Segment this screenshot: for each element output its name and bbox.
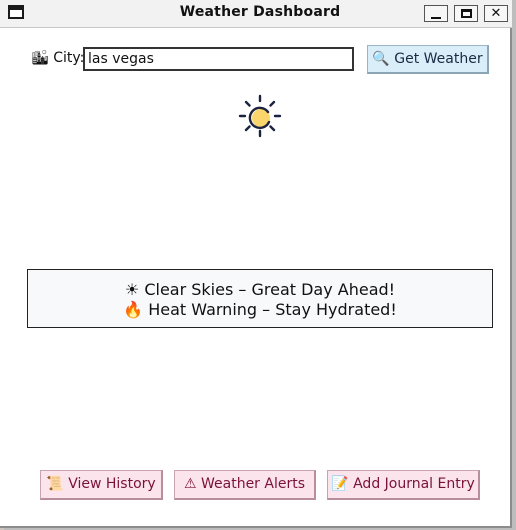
main-content: 🏙 City: 🔍 Get Weather ☀ Clear Skies – Gr… xyxy=(9,29,503,519)
weather-summary-box: ☀ Clear Skies – Great Day Ahead! 🔥 Heat … xyxy=(27,269,493,328)
minimize-button[interactable] xyxy=(424,5,448,22)
city-input[interactable] xyxy=(83,47,354,71)
weather-alerts-button[interactable]: ⚠ Weather Alerts xyxy=(174,470,316,500)
summary-line-2: 🔥 Heat Warning – Stay Hydrated! xyxy=(123,300,397,319)
view-history-button[interactable]: 📜 View History xyxy=(40,470,163,500)
minimize-icon xyxy=(431,16,441,19)
sun-icon xyxy=(238,94,282,138)
city-label: 🏙 City: xyxy=(31,50,85,66)
app-window: Weather Dashboard ✕ 🏙 City: 🔍 Get Weathe… xyxy=(0,0,512,528)
add-journal-entry-button[interactable]: 📝 Add Journal Entry xyxy=(327,470,480,500)
summary-line-1: ☀ Clear Skies – Great Day Ahead! xyxy=(124,280,396,299)
maximize-icon xyxy=(460,9,472,18)
close-icon: ✕ xyxy=(490,6,502,21)
maximize-button[interactable] xyxy=(454,5,478,22)
title-bar[interactable]: Weather Dashboard ✕ xyxy=(0,0,512,28)
get-weather-button[interactable]: 🔍 Get Weather xyxy=(367,45,489,74)
close-button[interactable]: ✕ xyxy=(484,5,508,22)
